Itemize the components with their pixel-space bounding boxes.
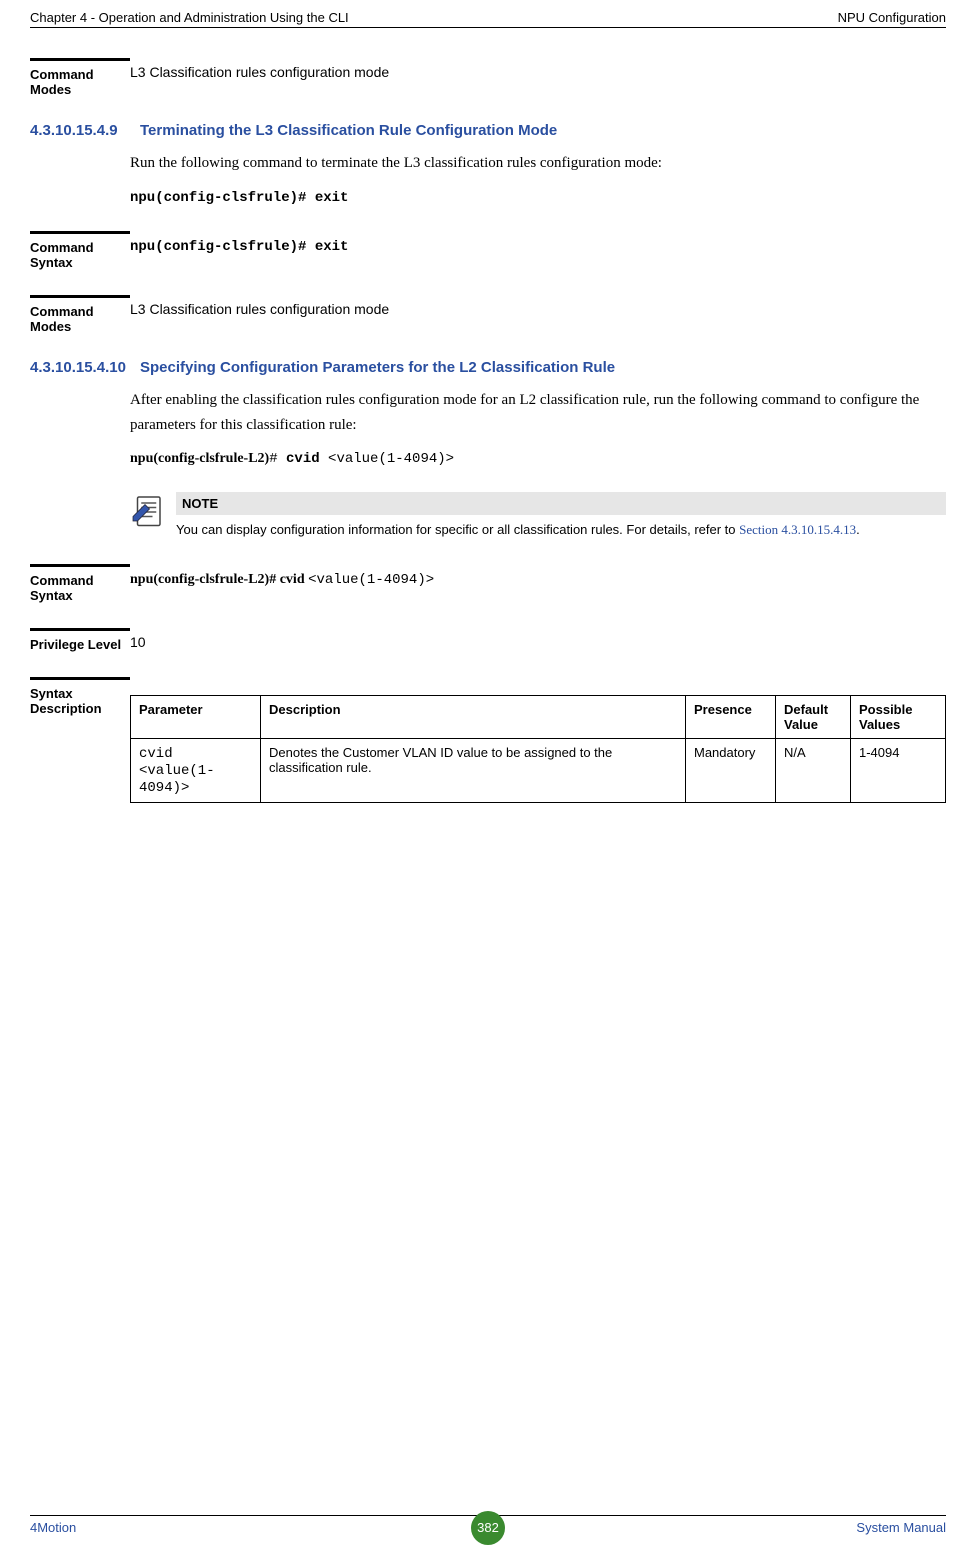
note-icon [130,494,166,530]
section-number: 4.3.10.15.4.9 [30,122,140,139]
section-title: Specifying Configuration Parameters for … [140,359,946,376]
cell-presence: Mandatory [686,739,776,803]
cell-description: Denotes the Customer VLAN ID value to be… [261,739,686,803]
command-syntax-text: npu(config-clsfrule-L2)# cvid <value(1-4… [130,564,946,603]
section-number: 4.3.10.15.4.10 [30,359,140,376]
page-footer: 4Motion 382 System Manual [30,1515,946,1535]
footer-right: System Manual [856,1520,946,1535]
syntax-table: Parameter Description Presence Default V… [130,695,946,803]
syntax-description-block: Syntax Description Parameter Description… [30,677,946,803]
command-syntax-label: Command Syntax [30,231,130,270]
page-header: Chapter 4 - Operation and Administration… [30,10,946,28]
section-body: Run the following command to terminate t… [130,151,946,176]
note-title: NOTE [176,492,946,515]
cmd-arg: <value(1-4094)> [328,451,454,467]
cell-default: N/A [776,739,851,803]
footer-center: 382 [471,1511,505,1545]
section-body: After enabling the classification rules … [130,388,946,438]
header-right: NPU Configuration [838,10,946,25]
col-description: Description [261,696,686,739]
syntax-description-label: Syntax Description [30,677,130,803]
cell-possible: 1-4094 [851,739,946,803]
header-left: Chapter 4 - Operation and Administration… [30,10,349,25]
footer-left: 4Motion [30,1520,76,1535]
privilege-level-block: Privilege Level 10 [30,628,946,652]
command-syntax-text: npu(config-clsfrule)# exit [130,231,946,270]
command-modes-block-1: Command Modes L3 Classification rules co… [30,58,946,97]
section-heading-2: 4.3.10.15.4.10 Specifying Configuration … [30,359,946,376]
cell-parameter: cvid <value(1-4094)> [131,739,261,803]
col-possible: Possible Values [851,696,946,739]
command-example-1: npu(config-clsfrule)# exit [130,188,946,206]
cmd-hash: # [269,451,286,467]
privilege-level-text: 10 [130,628,946,652]
command-modes-block-2: Command Modes L3 Classification rules co… [30,295,946,334]
command-modes-text: L3 Classification rules configuration mo… [130,295,946,334]
command-syntax-block-2: Command Syntax npu(config-clsfrule-L2)# … [30,564,946,603]
command-modes-label: Command Modes [30,295,130,334]
col-presence: Presence [686,696,776,739]
col-parameter: Parameter [131,696,261,739]
section-heading-1: 4.3.10.15.4.9 Terminating the L3 Classif… [30,122,946,139]
table-header-row: Parameter Description Presence Default V… [131,696,946,739]
note-text: You can display configuration informatio… [176,515,946,539]
command-text: npu(config-clsfrule)# exit [130,190,348,206]
cmd-keyword: cvid [286,451,328,467]
section-title: Terminating the L3 Classification Rule C… [140,122,946,139]
command-example-2: npu(config-clsfrule-L2)# cvid <value(1-4… [130,449,946,467]
note-block: NOTE You can display configuration infor… [130,492,946,539]
command-modes-label: Command Modes [30,58,130,97]
privilege-level-label: Privilege Level [30,628,130,652]
syntax-description-content: Parameter Description Presence Default V… [130,677,946,803]
command-modes-text: L3 Classification rules configuration mo… [130,58,946,97]
command-syntax-label: Command Syntax [30,564,130,603]
col-default: Default Value [776,696,851,739]
table-row: cvid <value(1-4094)> Denotes the Custome… [131,739,946,803]
cmd-prefix: npu(config-clsfrule-L2) [130,451,269,466]
command-syntax-block-1: Command Syntax npu(config-clsfrule)# exi… [30,231,946,270]
section-link[interactable]: Section 4.3.10.15.4.13 [739,522,856,537]
page-number-badge: 382 [471,1511,505,1545]
